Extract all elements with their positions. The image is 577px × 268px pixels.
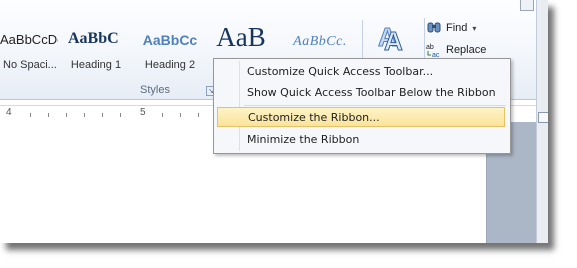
menu-item-minimize-ribbon[interactable]: Minimize the Ribbon (217, 130, 505, 150)
style-name: Heading 2 (144, 59, 196, 71)
style-sample: AaBbC (68, 30, 119, 47)
chevron-down-icon: ▾ (472, 23, 477, 33)
find-label: Find (446, 22, 468, 34)
style-sample: AaBbCcDc (0, 32, 58, 47)
help-icon[interactable] (520, 0, 534, 11)
menu-item-label: Minimize the Ribbon (247, 133, 360, 146)
ruler-number: 5 (140, 107, 146, 118)
style-sample: AaB (216, 22, 266, 52)
svg-text:A: A (384, 26, 403, 56)
style-no-spacing[interactable]: AaBbCcDc No Spaci... (0, 24, 58, 80)
style-name: No Spaci... (3, 59, 57, 71)
change-styles-button[interactable]: A A (374, 20, 410, 62)
style-sample: AaBbCc (142, 32, 198, 48)
vertical-scrollbar[interactable] (536, 0, 548, 243)
replace-label: Replace (446, 44, 487, 56)
style-sample: AaBbCc. (293, 34, 347, 49)
change-styles-icon: A A (378, 22, 404, 57)
ribbon-context-menu: Customize Quick Access Toolbar... Show Q… (213, 58, 511, 154)
style-name: Heading 1 (70, 59, 122, 71)
find-button[interactable]: Find ▾ (426, 18, 476, 38)
menu-item-label: Customize the Ribbon... (248, 111, 380, 124)
ruler-toggle-icon[interactable] (538, 112, 548, 123)
menu-item-label: Customize Quick Access Toolbar... (247, 65, 434, 78)
menu-item-customize-qat[interactable]: Customize Quick Access Toolbar... (217, 62, 505, 82)
menu-separator (244, 105, 506, 106)
replace-button[interactable]: ab ac Replace (426, 40, 486, 60)
ruler-number: 4 (6, 107, 12, 118)
svg-text:ab: ab (426, 44, 434, 51)
binoculars-icon (426, 20, 442, 36)
menu-item-customize-ribbon[interactable]: Customize the Ribbon... (217, 107, 505, 127)
menu-item-show-qat-below[interactable]: Show Quick Access Toolbar Below the Ribb… (217, 83, 505, 103)
menu-item-label: Show Quick Access Toolbar Below the Ribb… (247, 86, 496, 99)
styles-group-label: Styles (140, 84, 170, 96)
replace-icon: ab ac (426, 42, 442, 59)
style-heading-2[interactable]: AaBbCc Heading 2 (135, 24, 205, 80)
style-heading-1[interactable]: AaBbC Heading 1 (62, 24, 130, 80)
word-window-capture: AaBbCcDc No Spaci... AaBbC Heading 1 AaB… (0, 0, 548, 243)
